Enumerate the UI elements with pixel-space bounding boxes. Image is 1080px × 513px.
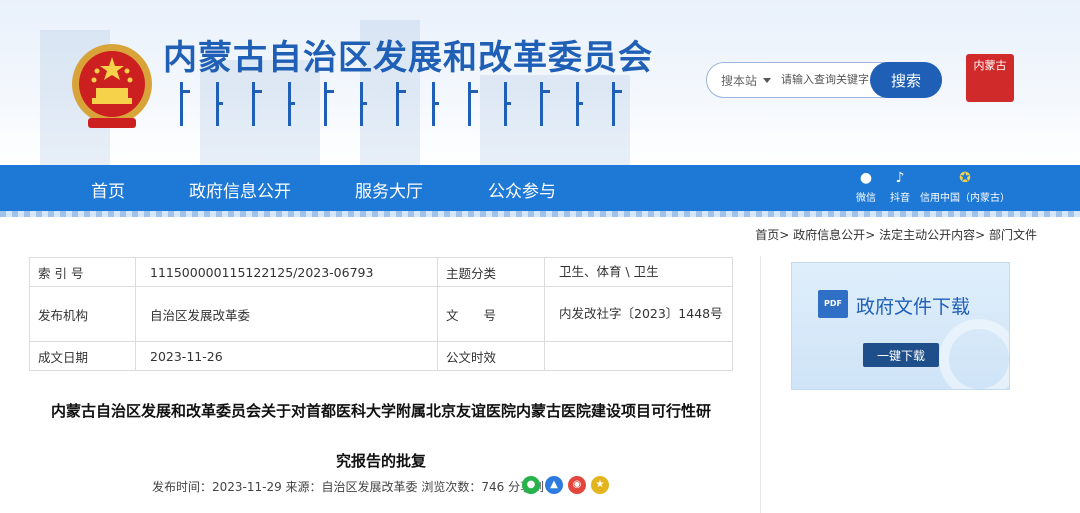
share-wechat-icon[interactable]: ● [522,476,540,494]
emblem-icon: ✪ [959,170,971,186]
table-row: 成文日期 2023-11-26 公文时效 [29,341,733,371]
nav-social-wechat[interactable]: ● 微信 [856,169,876,204]
effective-value [544,341,733,371]
search-box: 搜本站 搜索 [706,62,942,98]
date-label: 成文日期 [29,341,136,371]
effective-label: 公文时效 [437,341,545,371]
date-value: 2023-11-26 [135,341,438,371]
document-title: 内蒙古自治区发展和改革委员会关于对首都医科大学附属北京友谊医院内蒙古医院建设项目… [29,386,733,486]
site-header: 内蒙古自治区发展和改革委员会 搜本站 搜索 内蒙古 [0,0,1080,165]
doc-number-value: 内发改社字〔2023〕1448号 [544,286,733,342]
issuer-label: 发布机构 [29,286,136,342]
breadcrumb-separator: > [779,228,790,242]
topic-label: 主题分类 [437,257,545,287]
share-qq-icon[interactable]: ▲ [545,476,563,494]
table-row: 索 引 号 111500000115122125/2023-06793 主题分类… [29,257,733,287]
document-meta: 发布时间：2023-11-29 来源：自治区发展改革委 浏览次数：746 分享到 [152,480,545,494]
breadcrumb-home[interactable]: 首页 [755,228,779,242]
douyin-icon: ♪ [895,170,905,186]
breadcrumb-statutory[interactable]: 法定主动公开内容 [879,228,975,242]
nav-social-douyin[interactable]: ♪ 抖音 [890,169,910,204]
topic-value: 卫生、体育 \ 卫生 [544,257,733,287]
decorative-pattern [939,319,1009,389]
document-info-table: 索 引 号 111500000115122125/2023-06793 主题分类… [29,257,733,371]
breadcrumb-dept-docs[interactable]: 部门文件 [989,228,1037,242]
pdf-icon: PDF [818,290,848,318]
mongolian-script-title [180,82,622,126]
one-click-download-button[interactable]: 一键下载 [863,343,939,367]
content-divider [760,256,761,513]
breadcrumb-separator: > [865,228,876,242]
search-input[interactable] [781,71,879,89]
social-label: 抖音 [890,193,910,204]
main-nav: 首页 政府信息公开 服务大厅 公众参与 ● 微信 ♪ 抖音 ✪ 信用中国（内蒙古… [0,165,1080,211]
index-label: 索 引 号 [29,257,136,287]
inner-mongolia-seal-logo[interactable]: 内蒙古 [966,54,1014,102]
wechat-icon: ● [859,170,873,186]
share-qzone-icon[interactable]: ★ [591,476,609,494]
nav-item-public-participation[interactable]: 公众参与 [488,177,556,202]
social-label: 微信 [856,193,876,204]
nav-item-gov-info[interactable]: 政府信息公开 [189,177,291,202]
chevron-down-icon[interactable] [763,78,771,83]
table-row: 发布机构 自治区发展改革委 文 号 内发改社字〔2023〕1448号 [29,286,733,342]
nav-decorative-stripe [0,211,1080,217]
download-title: 政府文件下载 [856,296,971,318]
social-label: 信用中国（内蒙古） [920,193,1010,204]
breadcrumb-gov-info[interactable]: 政府信息公开 [793,228,865,242]
breadcrumb-separator: > [975,228,986,242]
share-weibo-icon[interactable]: ◉ [568,476,586,494]
search-scope-select[interactable]: 搜本站 [721,72,757,89]
breadcrumb: 首页> 政府信息公开> 法定主动公开内容> 部门文件 [755,226,1037,243]
site-title: 内蒙古自治区发展和改革委员会 [163,38,653,78]
issuer-value: 自治区发展改革委 [135,286,438,342]
seal-text: 内蒙古 [973,59,1007,72]
nav-social-credit-china[interactable]: ✪ 信用中国（内蒙古） [920,169,1010,204]
nav-item-service-hall[interactable]: 服务大厅 [355,177,423,202]
document-title-line: 内蒙古自治区发展和改革委员会关于对首都医科大学附属北京友谊医院内蒙古医院建设项目… [50,402,711,420]
doc-number-label: 文 号 [437,286,545,342]
national-emblem-icon [72,44,152,128]
search-button[interactable]: 搜索 [870,62,942,98]
nav-item-home[interactable]: 首页 [91,177,125,202]
index-value: 111500000115122125/2023-06793 [135,257,438,287]
gov-doc-download-card: PDF 政府文件下载 一键下载 [791,262,1010,390]
